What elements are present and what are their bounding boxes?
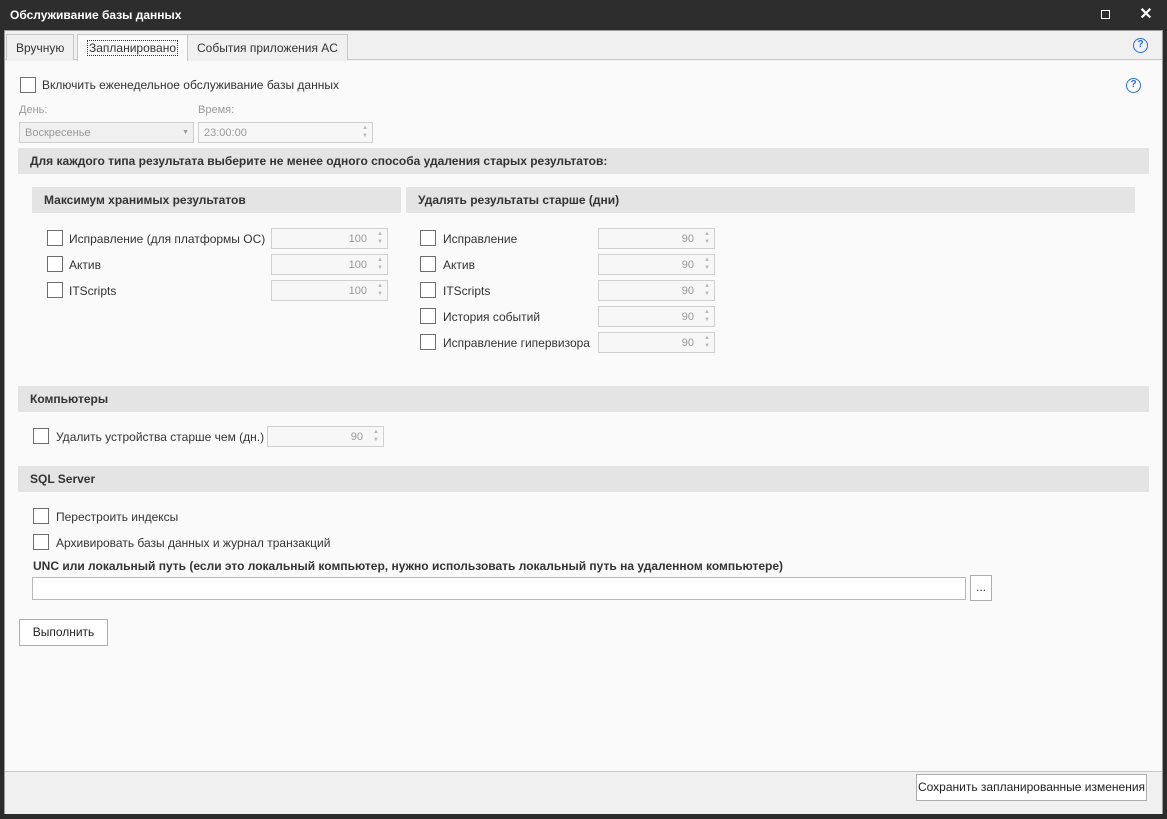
spin-arrows-icon: ▲ ▼ xyxy=(377,231,383,245)
age-hypervisor-spinner[interactable]: 90 ▲ ▼ xyxy=(598,332,715,353)
max-itscripts-spinner[interactable]: 100 ▲ ▼ xyxy=(271,280,388,301)
max-patch-os-checkbox[interactable] xyxy=(47,230,63,246)
delete-devices-value: 90 xyxy=(350,431,363,443)
tab-scheduled-label: Запланировано xyxy=(87,40,178,56)
tab-ac-events-label: События приложения AC xyxy=(197,41,338,55)
spin-arrows-icon: ▲ ▼ xyxy=(362,125,368,139)
computers-header: Компьютеры xyxy=(18,386,1149,412)
max-itscripts-label: ITScripts xyxy=(69,284,117,298)
tab-ac-events[interactable]: События приложения AC xyxy=(187,34,348,60)
time-spinner[interactable]: 23:00:00 ▲ ▼ xyxy=(198,122,373,143)
rebuild-indexes-label: Перестроить индексы xyxy=(56,510,179,524)
window-edge xyxy=(1163,30,1167,819)
scheduled-panel: Включить еженедельное обслуживание базы … xyxy=(5,61,1162,771)
sql-header: SQL Server xyxy=(18,466,1149,492)
chevron-down-icon: ▼ xyxy=(182,129,189,136)
day-dropdown[interactable]: Воскресенье ▼ xyxy=(19,122,194,143)
tab-strip: Вручную Запланировано События приложения… xyxy=(5,31,1162,61)
spin-arrows-icon: ▲ ▼ xyxy=(377,283,383,297)
time-value: 23:00:00 xyxy=(204,127,247,139)
enable-weekly-label: Включить еженедельное обслуживание базы … xyxy=(42,78,339,92)
delete-devices-spinner[interactable]: 90 ▲ ▼ xyxy=(267,426,384,447)
age-event-history-label: История событий xyxy=(443,310,541,324)
age-itscripts-label: ITScripts xyxy=(443,284,491,298)
time-label: Время: xyxy=(198,104,235,116)
age-patch-checkbox[interactable] xyxy=(420,230,436,246)
backup-path-label: UNC или локальный путь (если это локальн… xyxy=(33,559,784,573)
age-asset-label: Актив xyxy=(443,258,475,272)
age-patch-spinner[interactable]: 90 ▲ ▼ xyxy=(598,228,715,249)
day-label: День: xyxy=(19,104,48,116)
spin-arrows-icon: ▲ ▼ xyxy=(373,429,379,443)
title-bar: Обслуживание базы данных ✕ xyxy=(0,0,1167,30)
spin-arrows-icon: ▲ ▼ xyxy=(377,257,383,271)
close-icon[interactable]: ✕ xyxy=(1136,5,1156,25)
browse-button[interactable]: ... xyxy=(970,575,992,601)
help-icon[interactable]: ? xyxy=(1133,38,1148,53)
rebuild-indexes-checkbox[interactable] xyxy=(33,508,49,524)
enable-weekly-checkbox[interactable] xyxy=(20,77,36,93)
max-patch-os-label: Исправление (для платформы ОС) xyxy=(69,232,266,246)
tab-manual-label: Вручную xyxy=(16,41,65,55)
archive-db-label: Архивировать базы данных и журнал транза… xyxy=(56,536,331,550)
backup-path-input[interactable] xyxy=(32,577,966,600)
age-hypervisor-label: Исправление гипервизора xyxy=(443,336,590,350)
max-asset-value: 100 xyxy=(348,259,367,271)
age-itscripts-spinner[interactable]: 90 ▲ ▼ xyxy=(598,280,715,301)
age-itscripts-value: 90 xyxy=(681,285,694,297)
age-event-history-checkbox[interactable] xyxy=(420,308,436,324)
delete-devices-checkbox[interactable] xyxy=(33,428,49,444)
window-title: Обслуживание базы данных xyxy=(10,8,182,22)
footer-bar: Сохранить запланированные изменения xyxy=(5,771,1162,814)
tab-scheduled[interactable]: Запланировано xyxy=(77,34,188,61)
archive-db-checkbox[interactable] xyxy=(33,534,49,550)
max-asset-label: Актив xyxy=(69,258,101,272)
max-results-header: Максимум хранимых результатов xyxy=(32,187,401,213)
age-asset-checkbox[interactable] xyxy=(420,256,436,272)
age-itscripts-checkbox[interactable] xyxy=(420,282,436,298)
weekly-help-icon[interactable]: ? xyxy=(1126,78,1141,93)
age-hypervisor-value: 90 xyxy=(681,337,694,349)
age-asset-spinner[interactable]: 90 ▲ ▼ xyxy=(598,254,715,275)
delete-devices-label: Удалить устройства старше чем (дн.) xyxy=(56,430,265,444)
max-itscripts-value: 100 xyxy=(348,285,367,297)
spin-arrows-icon: ▲ ▼ xyxy=(704,257,710,271)
dialog-window: Вручную Запланировано События приложения… xyxy=(4,30,1163,814)
max-patch-os-spinner[interactable]: 100 ▲ ▼ xyxy=(271,228,388,249)
age-patch-value: 90 xyxy=(681,233,694,245)
age-event-history-value: 90 xyxy=(681,311,694,323)
age-hypervisor-checkbox[interactable] xyxy=(420,334,436,350)
spin-arrows-icon: ▲ ▼ xyxy=(704,283,710,297)
age-asset-value: 90 xyxy=(681,259,694,271)
retention-header: Для каждого типа результата выберите не … xyxy=(18,148,1149,174)
spin-arrows-icon: ▲ ▼ xyxy=(704,231,710,245)
save-scheduled-button[interactable]: Сохранить запланированные изменения xyxy=(916,774,1147,801)
max-asset-spinner[interactable]: 100 ▲ ▼ xyxy=(271,254,388,275)
tab-manual[interactable]: Вручную xyxy=(6,34,75,60)
spin-arrows-icon: ▲ ▼ xyxy=(704,335,710,349)
age-results-header: Удалять результаты старше (дни) xyxy=(406,187,1135,213)
max-patch-os-value: 100 xyxy=(348,233,367,245)
maximize-icon[interactable] xyxy=(1095,5,1115,25)
run-button[interactable]: Выполнить xyxy=(19,619,108,646)
max-itscripts-checkbox[interactable] xyxy=(47,282,63,298)
day-value: Воскресенье xyxy=(25,127,91,139)
age-event-history-spinner[interactable]: 90 ▲ ▼ xyxy=(598,306,715,327)
age-patch-label: Исправление xyxy=(443,232,518,246)
spin-arrows-icon: ▲ ▼ xyxy=(704,309,710,323)
max-asset-checkbox[interactable] xyxy=(47,256,63,272)
